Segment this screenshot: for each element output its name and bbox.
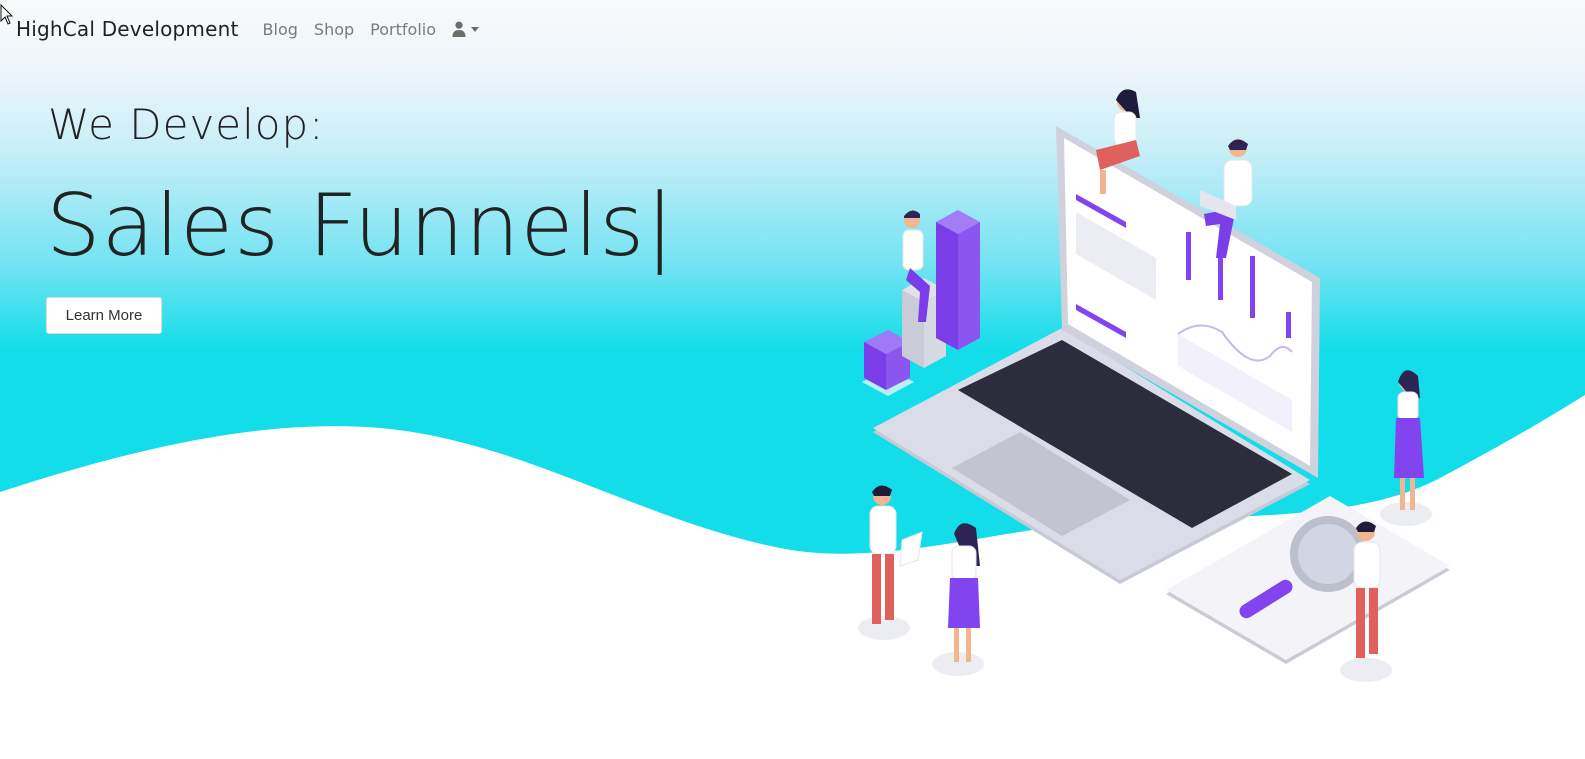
user-account-dropdown[interactable] bbox=[452, 21, 479, 37]
page: HighCal Development Blog Shop Portfolio … bbox=[0, 0, 1585, 759]
isometric-laptop-team-illustration bbox=[858, 89, 1450, 682]
learn-more-button[interactable]: Learn More bbox=[46, 297, 162, 334]
caret-down-icon bbox=[471, 26, 479, 32]
hero-intro-text: We Develop: bbox=[48, 100, 325, 149]
nav-link-shop[interactable]: Shop bbox=[314, 20, 354, 39]
user-icon bbox=[452, 21, 466, 37]
mouse-cursor-icon bbox=[0, 4, 14, 25]
brand-logo-text[interactable]: HighCal Development bbox=[16, 17, 239, 41]
nav-link-blog[interactable]: Blog bbox=[263, 20, 298, 39]
standing-woman-right bbox=[1380, 370, 1432, 526]
hero-typed-word: Sales Funnels| bbox=[46, 176, 676, 276]
top-navbar: HighCal Development Blog Shop Portfolio bbox=[0, 0, 1585, 58]
nav-link-portfolio[interactable]: Portfolio bbox=[370, 20, 436, 39]
two-people-talking bbox=[858, 485, 984, 676]
